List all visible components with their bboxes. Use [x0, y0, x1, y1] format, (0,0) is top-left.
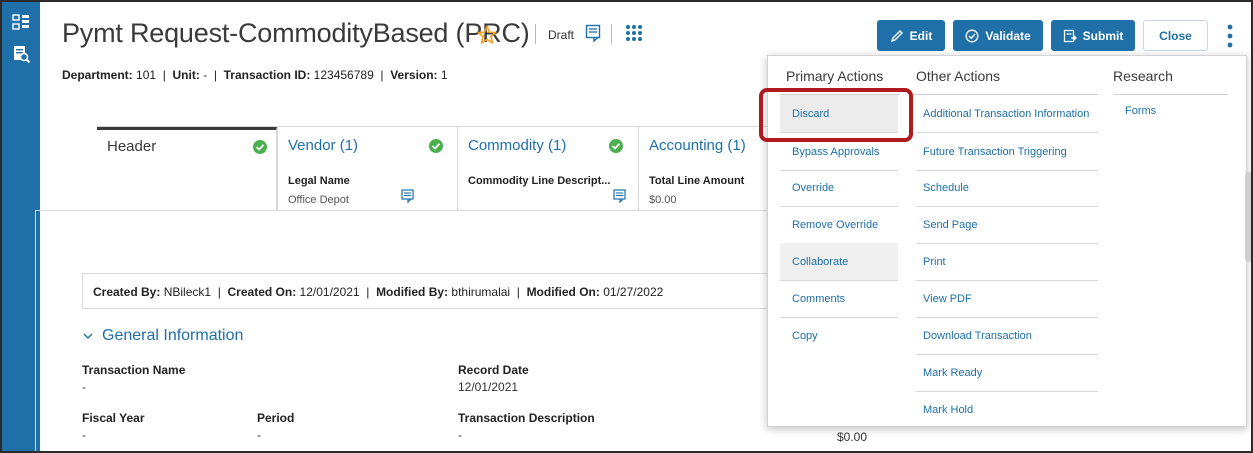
edit-button-label: Edit: [909, 28, 933, 43]
unit-value: -: [203, 68, 208, 82]
menu-item-future-transaction-triggering[interactable]: Future Transaction Triggering: [916, 133, 1098, 171]
commodity-line-desc-label: Commodity Line Descript...: [468, 175, 611, 187]
record-date-value: 12/01/2021: [458, 380, 519, 394]
validate-button[interactable]: Validate: [953, 20, 1043, 51]
transaction-id-label: Transaction ID:: [223, 68, 311, 82]
created-by-label: Created By:: [93, 285, 161, 299]
vendor-legal-name-value: Office Depot: [288, 194, 349, 206]
period-value: -: [257, 428, 261, 442]
tab-vendor-label: Vendor (1): [288, 137, 359, 154]
transaction-description-label: Transaction Description: [458, 411, 595, 425]
general-information-toggle[interactable]: General Information: [82, 327, 243, 345]
total-line-amount-value: $0.00: [649, 194, 677, 206]
title-separator: [535, 24, 536, 44]
submit-button-label: Submit: [1082, 28, 1124, 43]
record-date-label: Record Date: [458, 363, 529, 377]
transaction-meta: Department: 101 | Unit: - | Transaction …: [62, 68, 448, 82]
period-label: Period: [257, 411, 295, 425]
tab-vendor[interactable]: Vendor (1) Legal Name Office Depot: [277, 127, 458, 211]
discard-highlight-annotation: [759, 88, 913, 142]
app-grid-icon[interactable]: [625, 24, 643, 42]
amount-value: $0.00: [837, 430, 868, 444]
notes-icon[interactable]: [401, 189, 414, 203]
chevron-down-icon: [83, 333, 93, 339]
tab-commodity[interactable]: Commodity (1) Commodity Line Descript...: [458, 127, 639, 211]
tab-header[interactable]: Header: [97, 127, 277, 211]
page-title: Pymt Request-CommodityBased (PRC): [62, 18, 530, 48]
transaction-name-value: -: [82, 380, 86, 394]
unit-label: Unit:: [172, 68, 200, 82]
modified-on-label: Modified On:: [526, 285, 600, 299]
menu-item-forms[interactable]: Forms: [1113, 95, 1228, 127]
modified-on-value: 01/27/2022: [603, 285, 664, 299]
audit-info-bar: Created By: NBileck1 | Created On: 12/01…: [82, 273, 782, 309]
tab-commodity-label: Commodity (1): [468, 137, 567, 154]
menu-item-remove-override[interactable]: Remove Override: [780, 206, 898, 244]
status-badge: Draft: [548, 28, 575, 42]
menu-item-download-transaction[interactable]: Download Transaction: [916, 317, 1098, 355]
research-heading: Research: [1113, 68, 1173, 84]
close-button[interactable]: Close: [1143, 20, 1208, 51]
fiscal-year-label: Fiscal Year: [82, 411, 145, 425]
more-actions-kebab-icon[interactable]: [1220, 22, 1240, 50]
menu-item-mark-hold[interactable]: Mark Hold: [916, 391, 1098, 429]
menu-item-override[interactable]: Override: [780, 169, 898, 207]
modified-by-value: bthirumalai: [451, 285, 511, 299]
submit-button[interactable]: Submit: [1051, 20, 1135, 51]
department-label: Department:: [62, 68, 133, 82]
department-value: 101: [136, 68, 157, 82]
document-search-icon[interactable]: [11, 44, 31, 64]
check-circle-icon: [429, 139, 443, 153]
tab-accounting-label: Accounting (1): [649, 137, 746, 154]
created-on-value: 12/01/2021: [299, 285, 360, 299]
tab-accounting[interactable]: Accounting (1) Total Line Amount $0.00: [639, 127, 777, 211]
check-circle-icon: [965, 29, 979, 42]
total-line-amount-label: Total Line Amount: [649, 175, 745, 187]
menu-item-send-page[interactable]: Send Page: [916, 206, 1098, 244]
fiscal-year-value: -: [82, 428, 86, 442]
validate-button-label: Validate: [985, 28, 1031, 43]
created-by-value: NBileck1: [163, 285, 212, 299]
tab-header-label: Header: [107, 138, 157, 155]
edit-button[interactable]: Edit: [877, 20, 945, 51]
menu-item-copy[interactable]: Copy: [780, 317, 898, 355]
version-value: 1: [440, 68, 448, 82]
menu-item-comments[interactable]: Comments: [780, 280, 898, 318]
vendor-legal-name-label: Legal Name: [288, 175, 350, 187]
menu-item-mark-ready[interactable]: Mark Ready: [916, 354, 1098, 392]
primary-actions-heading: Primary Actions: [786, 68, 884, 84]
check-circle-icon: [609, 139, 623, 153]
page-scrollbar[interactable]: [1245, 172, 1251, 262]
transaction-name-label: Transaction Name: [82, 363, 186, 377]
menu-item-print[interactable]: Print: [916, 243, 1098, 281]
general-information-title: General Information: [102, 327, 244, 344]
check-circle-icon: [253, 140, 267, 154]
created-on-label: Created On:: [227, 285, 297, 299]
favorite-star-icon[interactable]: [476, 24, 498, 46]
other-actions-heading: Other Actions: [916, 68, 1001, 84]
org-chart-icon[interactable]: [11, 12, 31, 32]
menu-item-schedule[interactable]: Schedule: [916, 169, 1098, 207]
title-separator-2: [611, 24, 612, 44]
app-window: Pymt Request-CommodityBased (PRC) Draft …: [0, 0, 1253, 453]
version-label: Version:: [390, 68, 438, 82]
menu-item-view-pdf[interactable]: View PDF: [916, 280, 1098, 318]
notes-icon[interactable]: [613, 189, 626, 203]
close-button-label: Close: [1159, 28, 1192, 43]
menu-item-additional-transaction-information[interactable]: Additional Transaction Information: [916, 95, 1098, 133]
notes-icon[interactable]: [585, 24, 601, 43]
pencil-icon: [890, 29, 903, 42]
modified-by-label: Modified By:: [376, 285, 449, 299]
transaction-description-value: -: [458, 428, 462, 442]
section-tabs: Header Vendor (1) Legal Name Office Depo…: [97, 126, 777, 211]
menu-item-collaborate[interactable]: Collaborate: [780, 243, 898, 281]
submit-doc-icon: [1063, 29, 1077, 42]
transaction-id-value: 123456789: [313, 68, 374, 82]
